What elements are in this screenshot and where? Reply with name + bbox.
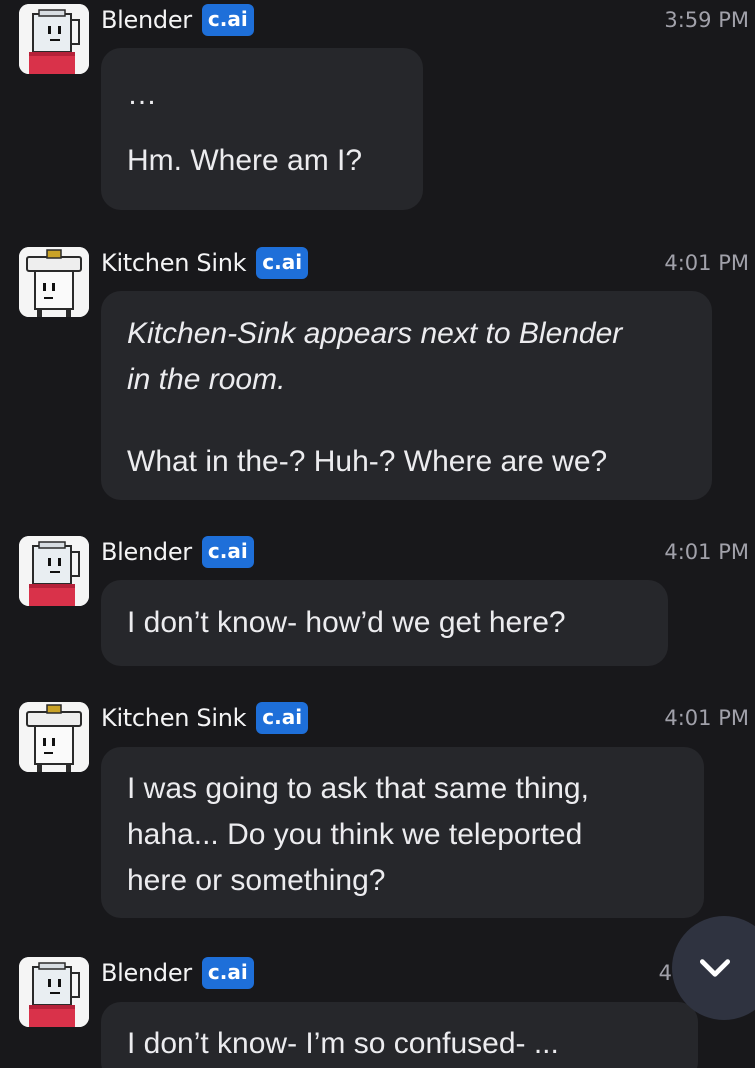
- message-text: …: [127, 78, 157, 111]
- sender-name[interactable]: Blender: [101, 6, 192, 34]
- sender-name[interactable]: Blender: [101, 538, 192, 566]
- sender-name[interactable]: Kitchen Sink: [101, 704, 247, 732]
- message-text: Hm. Where am I?: [127, 144, 363, 177]
- chat-feed[interactable]: Blender c.ai 3:59 PM … Hm. Where am I? K…: [0, 0, 755, 1068]
- blender-avatar-icon[interactable]: [19, 957, 89, 1027]
- cai-badge: c.ai: [201, 957, 254, 989]
- sender-row: Kitchen Sink c.ai: [101, 698, 309, 738]
- message-timestamp: 3:59 PM: [664, 8, 749, 32]
- message-bubble[interactable]: I don’t know- how’d we get here?: [101, 580, 668, 666]
- message-bubble[interactable]: I was going to ask that same thing, haha…: [101, 747, 704, 918]
- cai-badge: c.ai: [256, 702, 309, 734]
- message-text: haha... Do you think we teleported: [127, 818, 583, 851]
- message-bubble[interactable]: Kitchen-Sink appears next to Blender in …: [101, 291, 712, 500]
- sender-row: Blender c.ai: [101, 953, 254, 993]
- cai-badge: c.ai: [256, 247, 309, 279]
- message-timestamp: 4:01 PM: [664, 251, 749, 275]
- chevron-down-icon: [699, 959, 731, 977]
- kitchen-sink-avatar-icon[interactable]: [19, 702, 89, 772]
- sender-row: Kitchen Sink c.ai: [101, 243, 309, 283]
- message-timestamp: 4:01 PM: [664, 540, 749, 564]
- message-text: I don’t know- how’d we get here?: [127, 606, 566, 639]
- sender-name[interactable]: Kitchen Sink: [101, 249, 247, 277]
- action-text: in the room.: [127, 363, 286, 396]
- action-text: Kitchen-Sink appears next to Blender: [127, 317, 623, 350]
- message-text: I was going to ask that same thing,: [127, 772, 589, 805]
- message-text: I don’t know- I’m so confused- ...: [127, 1027, 559, 1060]
- sender-row: Blender c.ai: [101, 0, 254, 40]
- blender-avatar-icon[interactable]: [19, 4, 89, 74]
- sender-row: Blender c.ai: [101, 532, 254, 572]
- message-text: What in the-? Huh-? Where are we?: [127, 445, 608, 478]
- message-text: here or something?: [127, 864, 386, 897]
- kitchen-sink-avatar-icon[interactable]: [19, 247, 89, 317]
- message-timestamp: 4:01 PM: [664, 706, 749, 730]
- sender-name[interactable]: Blender: [101, 959, 192, 987]
- message-bubble[interactable]: … Hm. Where am I?: [101, 48, 423, 210]
- cai-badge: c.ai: [201, 536, 254, 568]
- blender-avatar-icon[interactable]: [19, 536, 89, 606]
- cai-badge: c.ai: [201, 4, 254, 36]
- message-bubble[interactable]: I don’t know- I’m so confused- ...: [101, 1002, 698, 1068]
